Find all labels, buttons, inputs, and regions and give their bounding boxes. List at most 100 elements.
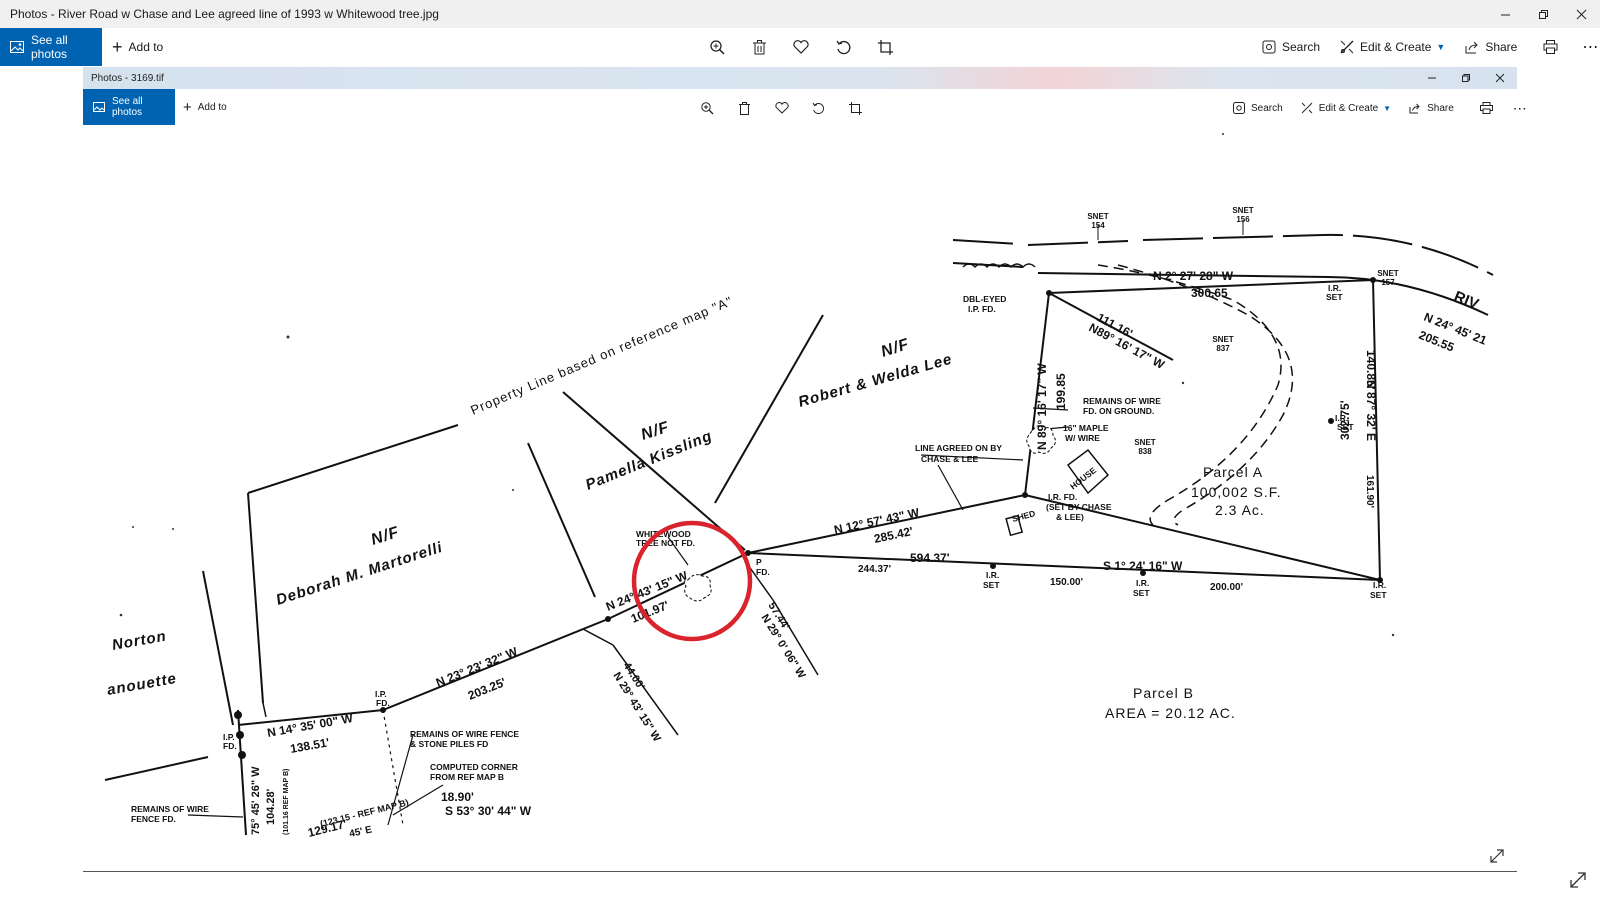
ir-set-label-3: I.R. [986, 570, 999, 580]
main-toolbar: See all photos + Add to Search Edit & Cr… [0, 28, 1600, 66]
dist-24437: 244.37' [858, 564, 891, 575]
crop-icon[interactable] [864, 28, 906, 66]
share-label: Share [1485, 40, 1518, 54]
note-wire-1: REMAINS OF WIRE [1083, 396, 1161, 406]
inner-add-to: + Add to [183, 89, 227, 125]
snet-837-a: SNET [1212, 335, 1233, 344]
parcel-a-acres: 2.3 Ac. [1215, 502, 1265, 518]
note-dbl-2: I.P. FD. [968, 304, 996, 314]
inner-search-icon [1233, 102, 1245, 114]
window-controls [1486, 0, 1600, 28]
minimize-icon[interactable] [1486, 0, 1524, 28]
inner-fullscreen-icon [1490, 849, 1504, 863]
edit-create-button[interactable]: Edit & Create ▼ [1340, 40, 1445, 54]
share-button[interactable]: Share [1465, 40, 1517, 54]
snet-157-a: SNET [1377, 269, 1398, 278]
owner-martorelli-nf: N/F [369, 524, 402, 549]
inner-share-label: Share [1427, 102, 1454, 114]
dist-19985: 199.85 [1054, 373, 1068, 410]
see-all-photos-button[interactable]: See all photos [0, 28, 102, 66]
inner-see-all-label: See all photos [112, 96, 143, 118]
print-button[interactable] [1543, 40, 1564, 54]
print-icon [1543, 40, 1558, 54]
restore-icon[interactable] [1524, 0, 1562, 28]
shed-label: SHED [1011, 508, 1036, 524]
add-to-button[interactable]: + Add to [112, 28, 163, 66]
note-dbl-1: DBL-EYED [963, 294, 1006, 304]
set-label-3: SET [983, 580, 1000, 590]
note-corner-2: FROM REF MAP B [430, 772, 504, 782]
see-all-photos-label: See all photos [31, 33, 68, 61]
note-irfd-2: (SET BY CHASE [1046, 502, 1112, 512]
fullscreen-icon[interactable] [1570, 872, 1586, 888]
photos-icon [10, 41, 24, 53]
parcel-a-label: Parcel A [1203, 464, 1263, 480]
property-line-a [247, 424, 459, 494]
inner-search: Search [1233, 102, 1283, 114]
inner-center-tools [689, 89, 874, 127]
survey-map-svg: Norton anouette N/F Deborah M. Martorell… [104, 133, 1494, 840]
inner-delete-icon [726, 90, 763, 126]
window-titlebar[interactable]: Photos - River Road w Chase and Lee agre… [0, 0, 1600, 28]
inner-zoom-icon [689, 90, 726, 126]
norton-south-line [104, 756, 209, 781]
delete-icon[interactable] [738, 28, 780, 66]
inner-share: Share [1409, 103, 1454, 114]
note-irfd-3: & LEE) [1056, 512, 1084, 522]
note-wire-2: FD. ON GROUND. [1083, 406, 1154, 416]
inner-crop-icon [837, 90, 874, 126]
close-icon[interactable] [1562, 0, 1600, 28]
right-tools: Search Edit & Create ▼ Share ⋯ [1262, 28, 1599, 66]
bearing-n87: N 87° 32' E [1364, 380, 1378, 441]
dist-12917: 129.17' [306, 817, 348, 840]
plus-icon: + [112, 37, 123, 57]
note-rem-2: FENCE FD. [131, 814, 176, 824]
bearing-s53: S 53° 30' 44" W [445, 804, 532, 818]
inner-toolbar: See all photos + Add to Search Edit & Cr… [83, 89, 1527, 127]
snet-838-b: 838 [1138, 447, 1152, 456]
snet-154-b: 154 [1091, 221, 1105, 230]
ref-map-b-1: (101.16 REF MAP B) [283, 769, 290, 835]
window-title: Photos - River Road w Chase and Lee agre… [10, 7, 439, 21]
set-label-5: SET [1370, 590, 1387, 600]
inner-search-label: Search [1251, 102, 1283, 114]
snet-157-b: 157 [1381, 278, 1395, 287]
owner-kissling-nf: N/F [639, 419, 672, 444]
note-fence-1: REMAINS OF WIRE FENCE [410, 729, 519, 739]
inner-window-controls [1415, 67, 1517, 89]
note-corner-1: COMPUTED CORNER [430, 762, 518, 772]
note-rem-1: REMAINS OF WIRE [131, 804, 209, 814]
inner-print-icon [1479, 102, 1493, 114]
note-irfd-1: I.R. FD. [1048, 492, 1077, 502]
dist-20000: 200.00' [1210, 582, 1243, 593]
inner-share-icon [1409, 103, 1421, 114]
note-agreed-2: CHASE & LEE [921, 454, 978, 464]
bearing-fragment-e: 45' E [348, 824, 373, 840]
owner-martorelli: Deborah M. Martorelli [274, 539, 445, 609]
chevron-down-icon: ▼ [1436, 42, 1446, 52]
dist-13851: 138.51' [289, 735, 331, 756]
search-icon [1262, 40, 1276, 54]
set-label-4: SET [1133, 588, 1150, 598]
divider-kissling [562, 391, 746, 551]
dist-15000: 150.00' [1050, 577, 1083, 588]
inner-rotate-icon [800, 90, 837, 126]
norton-line [202, 570, 234, 726]
divider-martorelli [527, 442, 596, 598]
rotate-icon[interactable] [822, 28, 864, 66]
inner-more-dots-icon: ⋯ [1512, 99, 1527, 116]
dist-1890: 18.90' [441, 790, 474, 804]
search-button[interactable]: Search [1262, 40, 1320, 54]
favorite-heart-icon[interactable] [780, 28, 822, 66]
inner-edit-create-label: Edit & Create [1318, 102, 1379, 114]
set-label-2: SET [1337, 422, 1354, 432]
bearing-n2: N 2° 27' 28" W [1153, 269, 1234, 283]
zoom-in-icon[interactable] [696, 28, 738, 66]
owner-lee-nf: N/F [879, 336, 912, 361]
inner-minimize-icon [1415, 67, 1449, 89]
inner-heart-icon [763, 90, 800, 126]
note-maple-1: 16" MAPLE [1063, 423, 1109, 433]
inner-restore-icon [1449, 67, 1483, 89]
more-options-button[interactable]: ⋯ [1582, 37, 1599, 57]
note-agreed-1: LINE AGREED ON BY [915, 443, 1002, 453]
